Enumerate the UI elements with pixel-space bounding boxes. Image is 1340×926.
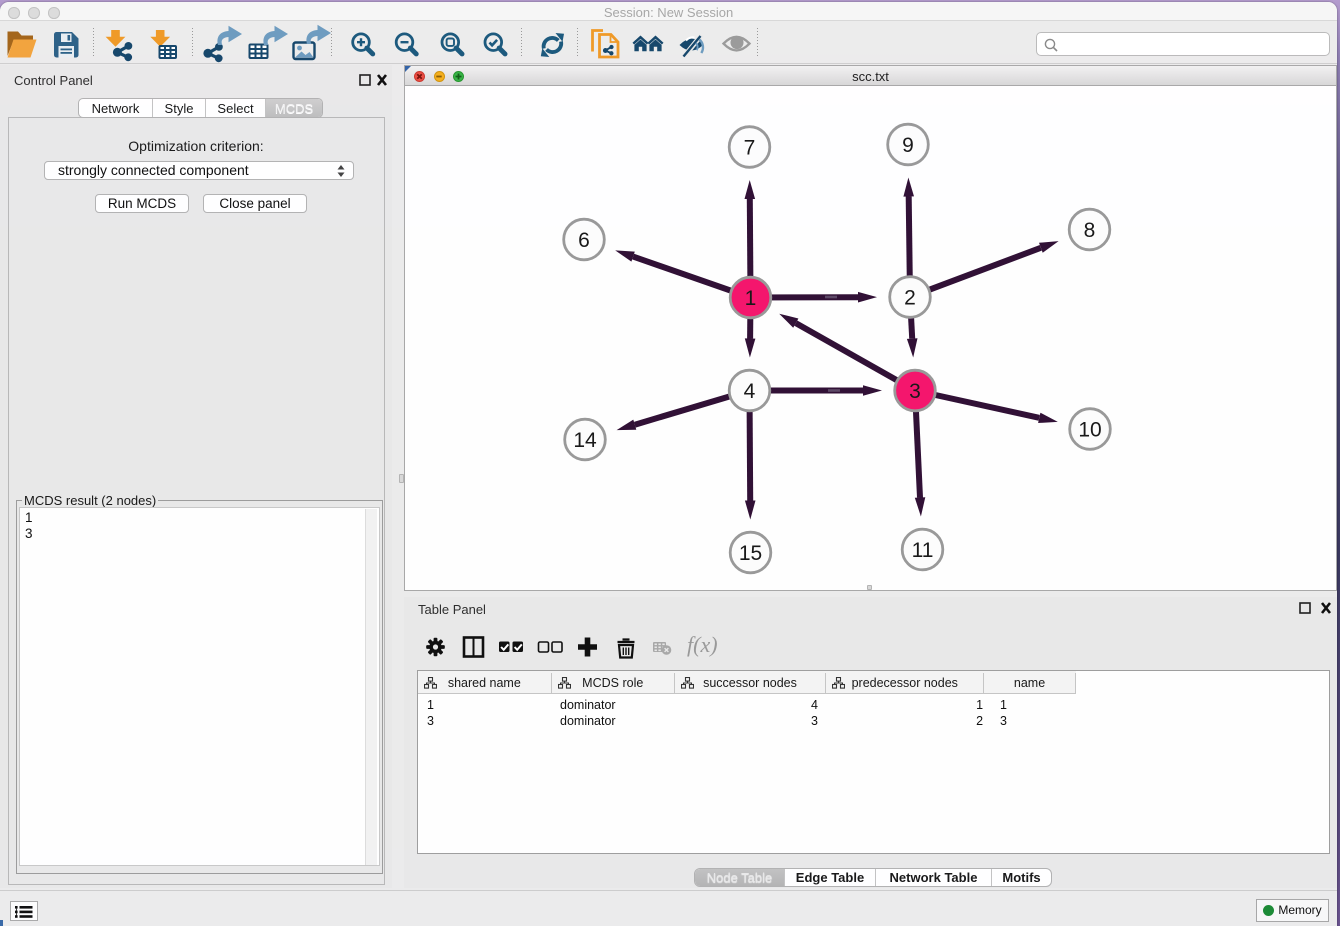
svg-text:15: 15 <box>739 542 762 565</box>
svg-text:14: 14 <box>573 429 597 452</box>
svg-text:1: 1 <box>745 287 757 310</box>
svg-text:8: 8 <box>1084 219 1096 242</box>
svg-text:7: 7 <box>744 137 756 160</box>
svg-text:2: 2 <box>904 287 916 310</box>
svg-text:11: 11 <box>912 539 934 562</box>
svg-text:10: 10 <box>1078 419 1101 442</box>
svg-text:6: 6 <box>578 229 590 252</box>
svg-text:3: 3 <box>909 380 921 403</box>
svg-text:9: 9 <box>902 134 914 157</box>
svg-text:4: 4 <box>744 380 756 403</box>
